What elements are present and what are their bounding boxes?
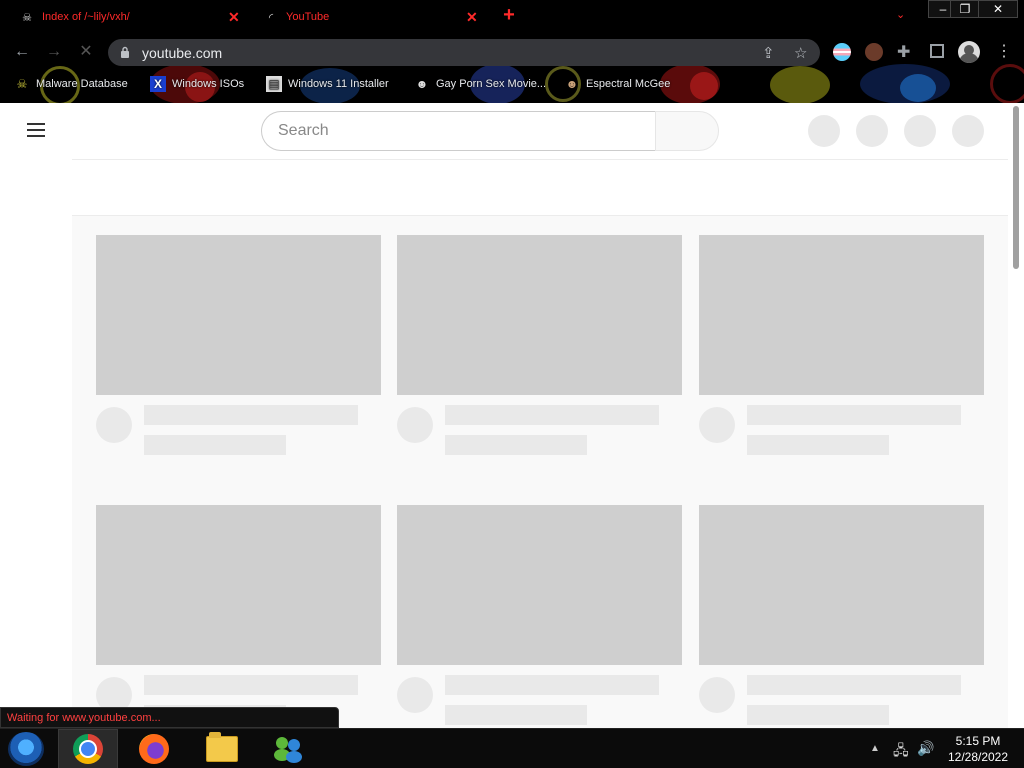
side-panel-icon[interactable] xyxy=(930,44,944,58)
share-icon[interactable]: ⇪ xyxy=(762,44,775,62)
lock-icon xyxy=(121,46,129,58)
start-button[interactable] xyxy=(8,732,44,766)
flag-extension-icon[interactable] xyxy=(833,43,851,61)
bookmark-espectral-mcgee[interactable]: ☻ Espectral McGee xyxy=(564,74,671,94)
meta-line-placeholder xyxy=(144,435,286,455)
title-line-placeholder xyxy=(445,675,659,695)
video-thumbnail-placeholder xyxy=(397,235,682,395)
bookmark-gay-porn-sex-movie[interactable]: ☻ Gay Porn Sex Movie... xyxy=(414,74,546,94)
chrome-icon xyxy=(73,734,103,764)
tab-title: YouTube xyxy=(286,11,330,23)
tab-strip: ☠ Index of /~lily/vxh/ ✕ ◜ YouTube ✕ + ⌄… xyxy=(0,0,1024,34)
system-clock[interactable]: 5:15 PM 12/28/2022 xyxy=(940,733,1016,765)
show-hidden-icons-button[interactable]: ▲ xyxy=(870,743,880,754)
search-box xyxy=(261,111,719,151)
character-icon: ☻ xyxy=(565,77,579,91)
header-placeholder-circle xyxy=(856,115,888,147)
channel-avatar-placeholder xyxy=(96,407,132,443)
meta-line-placeholder xyxy=(747,435,889,455)
menu-dots-icon[interactable]: ⋮ xyxy=(996,41,1012,61)
search-input[interactable] xyxy=(261,111,656,151)
bookmark-windows-11-installer[interactable]: ▤ Windows 11 Installer xyxy=(266,74,389,94)
browser-chrome: ☠ Index of /~lily/vxh/ ✕ ◜ YouTube ✕ + ⌄… xyxy=(0,0,1024,103)
meta-line-placeholder xyxy=(445,435,587,455)
x-logo-icon: X xyxy=(150,76,166,92)
page-scrollbar[interactable] xyxy=(1008,103,1024,728)
character-icon: ☻ xyxy=(415,77,429,91)
clock-date: 12/28/2022 xyxy=(947,750,1009,764)
channel-avatar-placeholder xyxy=(699,677,735,713)
address-bar[interactable]: youtube.com ⇪ ☆ xyxy=(108,39,820,66)
tab-index-of-lily[interactable]: ☠ Index of /~lily/vxh/ ✕ xyxy=(20,2,244,32)
bookmark-label: Gay Porn Sex Movie... xyxy=(436,78,547,90)
channel-avatar-placeholder xyxy=(699,407,735,443)
bookmark-label: Malware Database xyxy=(36,78,128,90)
video-thumbnail-placeholder xyxy=(96,505,381,665)
address-url[interactable]: youtube.com xyxy=(142,45,222,61)
taskbar-file-explorer[interactable] xyxy=(192,729,252,768)
bookmark-malware-database[interactable]: ☠ Malware Database xyxy=(14,74,128,94)
hamburger-menu-icon[interactable] xyxy=(27,123,45,137)
tab-close-button[interactable]: ✕ xyxy=(228,9,240,26)
back-button[interactable]: ← xyxy=(11,42,33,62)
header-placeholder-circle xyxy=(952,115,984,147)
avatar-extension-icon[interactable] xyxy=(865,43,883,61)
taskbar-chrome[interactable] xyxy=(58,729,118,768)
bookmark-label: Windows 11 Installer xyxy=(288,78,389,90)
bookmark-label: Windows ISOs xyxy=(172,78,245,90)
meta-line-placeholder xyxy=(445,705,587,725)
video-grid-skeleton xyxy=(72,216,1008,728)
desktop-screen: ☠ Index of /~lily/vxh/ ✕ ◜ YouTube ✕ + ⌄… xyxy=(0,0,1024,768)
tab-close-button[interactable]: ✕ xyxy=(466,9,478,26)
search-button[interactable] xyxy=(655,111,719,151)
forward-button[interactable]: → xyxy=(43,42,65,62)
taskbar: ▲ 🖧 🔊 5:15 PM 12/28/2022 xyxy=(0,728,1024,768)
title-line-placeholder xyxy=(747,675,961,695)
bookmark-windows-isos[interactable]: X Windows ISOs xyxy=(150,74,244,94)
extensions-puzzle-icon[interactable]: ✚ xyxy=(897,42,910,62)
channel-avatar-placeholder xyxy=(397,677,433,713)
restore-button[interactable]: ❐ xyxy=(950,0,980,18)
video-thumbnail-placeholder xyxy=(96,235,381,395)
tab-youtube[interactable]: ◜ YouTube ✕ xyxy=(264,2,486,32)
bookmark-star-icon[interactable]: ☆ xyxy=(794,44,807,62)
title-line-placeholder xyxy=(445,405,659,425)
browser-toolbar: ← → ✕ youtube.com ⇪ ☆ ✚ ⋮ xyxy=(0,36,1024,68)
network-icon[interactable]: 🖧 xyxy=(893,740,909,764)
messenger-people-icon xyxy=(272,735,304,763)
volume-icon[interactable]: 🔊 xyxy=(917,740,934,757)
document-icon: ▤ xyxy=(266,76,282,92)
youtube-page xyxy=(0,103,1024,728)
video-thumbnail-placeholder xyxy=(699,505,984,665)
profile-avatar-icon[interactable] xyxy=(958,41,980,63)
stop-loading-button[interactable]: ✕ xyxy=(75,42,97,62)
taskbar-windows-live-messenger[interactable] xyxy=(258,729,318,768)
meta-line-placeholder xyxy=(747,705,889,725)
header-placeholder-circle xyxy=(808,115,840,147)
video-thumbnail-placeholder xyxy=(699,235,984,395)
folder-icon xyxy=(206,732,238,762)
skull-icon: ☠ xyxy=(16,77,28,91)
channel-avatar-placeholder xyxy=(397,407,433,443)
status-bubble: Waiting for www.youtube.com... xyxy=(0,707,339,728)
chips-bar-placeholder xyxy=(72,159,1008,216)
firefox-icon xyxy=(139,734,169,764)
scrollbar-thumb[interactable] xyxy=(1013,106,1019,269)
header-placeholder-circle xyxy=(904,115,936,147)
close-window-button[interactable]: ✕ xyxy=(978,0,1018,18)
video-thumbnail-placeholder xyxy=(397,505,682,665)
taskbar-firefox[interactable] xyxy=(124,729,184,768)
bookmark-label: Espectral McGee xyxy=(586,78,671,90)
title-line-placeholder xyxy=(747,405,961,425)
tab-search-button[interactable]: ⌄ xyxy=(896,8,905,21)
title-line-placeholder xyxy=(144,405,358,425)
tab-title: Index of /~lily/vxh/ xyxy=(42,11,130,23)
clock-time: 5:15 PM xyxy=(955,734,1001,748)
skull-icon: ☠ xyxy=(22,11,32,24)
title-line-placeholder xyxy=(144,675,358,695)
new-tab-button[interactable]: + xyxy=(500,5,518,26)
loading-spinner-icon: ◜ xyxy=(268,11,274,24)
bookmarks-bar: ☠ Malware Database X Windows ISOs ▤ Wind… xyxy=(0,72,1024,96)
